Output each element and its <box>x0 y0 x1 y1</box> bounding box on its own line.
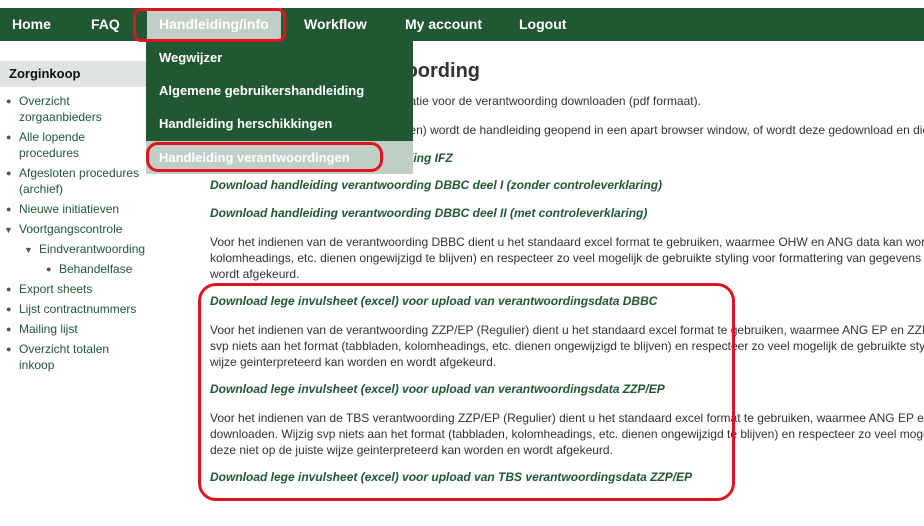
nav-logout[interactable]: Logout <box>507 8 578 41</box>
bullet-icon: ● <box>6 168 12 178</box>
sidebar-item-label: Behandelfase <box>59 262 133 276</box>
sidebar-item-label: Export sheets <box>19 282 93 296</box>
sidebar-item-nieuwe-initiatieven[interactable]: ● Nieuwe initiatieven <box>0 199 146 219</box>
download-dbbc-deel2-link[interactable]: Download handleiding verantwoording DBBC… <box>210 206 647 220</box>
sidebar-item-voortgangscontrole[interactable]: ▼ Voortgangscontrole <box>0 219 146 239</box>
sidebar-item-afgesloten-procedures[interactable]: ● Afgesloten procedures (archief) <box>0 163 146 199</box>
sidebar-item-label: Afgesloten procedures (archief) <box>19 166 140 196</box>
nav-handleiding-info[interactable]: Handleiding/info <box>147 8 281 41</box>
sidebar: Zorginkoop ● Overzicht zorgaanbieders ● Al… <box>0 61 146 375</box>
bullet-icon: ● <box>6 344 12 354</box>
sidebar-item-label: Nieuwe initiatieven <box>19 202 120 216</box>
sidebar-item-label: Overzicht zorgaanbieders <box>19 94 102 124</box>
bullet-icon: ● <box>6 96 12 106</box>
triangle-down-icon[interactable]: ▼ <box>24 242 33 258</box>
top-navigation: Home FAQ Handleiding/info Workflow My ac… <box>0 8 924 41</box>
bullet-icon: ● <box>46 264 52 274</box>
zzp-instructions-line: Voor het indienen van de verantwoording … <box>210 323 924 337</box>
dbbc-instructions-line: kolomheadings, etc. dienen ongewijzigd t… <box>210 251 924 265</box>
sidebar-item-lopende-procedures[interactable]: ● Alle lopende procedures <box>0 127 146 163</box>
download-sheet-dbbc-link[interactable]: Download lege invulsheet (excel) voor up… <box>210 294 657 308</box>
zzp-instructions-line: wijze geinterpreteerd kan worden en word… <box>210 355 497 369</box>
tbs-instructions-line: deze niet op de juiste wijze geinterpret… <box>210 443 613 457</box>
menu-item-handleiding-herschikkingen[interactable]: Handleiding herschikkingen <box>146 107 413 140</box>
sidebar-item-label: Voortgangscontrole <box>19 222 123 236</box>
sidebar-item-label: Eindverantwoording <box>39 242 146 256</box>
download-sheet-tbs-link[interactable]: Download lege invulsheet (excel) voor up… <box>210 470 692 484</box>
menu-item-handleiding-verantwoordingen[interactable]: Handleiding verantwoordingen <box>146 141 413 174</box>
sidebar-item-label: Mailing lijst <box>19 322 78 336</box>
bullet-icon: ● <box>6 132 12 142</box>
sidebar-item-label: Alle lopende procedures <box>19 130 86 160</box>
download-dbbc-deel1-link[interactable]: Download handleiding verantwoording DBBC… <box>210 178 662 192</box>
nav-workflow[interactable]: Workflow <box>292 8 379 41</box>
sidebar-item-lijst-contractnummers[interactable]: ● Lijst contractnummers <box>0 299 146 319</box>
sidebar-item-overzicht-totalen[interactable]: ● Overzicht totalen inkoop <box>0 339 146 375</box>
sidebar-item-export-sheets[interactable]: ● Export sheets <box>0 279 146 299</box>
dbbc-instructions-line: Voor het indienen van de verantwoording … <box>210 235 924 249</box>
download-sheet-zzp-link[interactable]: Download lege invulsheet (excel) voor up… <box>210 382 665 396</box>
handleiding-dropdown-menu: Wegwijzer Algemene gebruikershandleiding… <box>146 41 413 174</box>
dbbc-instructions-line: wordt afgekeurd. <box>210 267 300 281</box>
nav-faq[interactable]: FAQ <box>79 8 132 41</box>
sidebar-item-label: Overzicht totalen inkoop <box>19 342 110 372</box>
menu-item-algemene-handleiding[interactable]: Algemene gebruikershandleiding <box>146 74 413 107</box>
bullet-icon: ● <box>6 284 12 294</box>
bullet-icon: ● <box>6 324 12 334</box>
sidebar-item-label: Lijst contractnummers <box>19 302 137 316</box>
zzp-instructions-line: svp niets aan het format (tabbladen, kol… <box>210 339 924 353</box>
nav-home[interactable]: Home <box>0 8 63 41</box>
sidebar-item-behandelfase[interactable]: ● Behandelfase <box>0 259 146 279</box>
sidebar-item-mailing-lijst[interactable]: ● Mailing lijst <box>0 319 146 339</box>
sidebar-item-eindverantwoording[interactable]: ▼ Eindverantwoording <box>0 239 146 259</box>
sidebar-item-overzicht-zorgaanbieders[interactable]: ● Overzicht zorgaanbieders <box>0 91 146 127</box>
bullet-icon: ● <box>6 204 12 214</box>
menu-item-wegwijzer[interactable]: Wegwijzer <box>146 41 413 74</box>
nav-my-account[interactable]: My account <box>393 8 494 41</box>
sidebar-list: ● Overzicht zorgaanbieders ● Alle lopende … <box>0 87 146 375</box>
bullet-icon: ● <box>6 304 12 314</box>
sidebar-title: Zorginkoop <box>0 61 146 87</box>
tbs-instructions-line: downloaden. Wijzig svp niets aan het for… <box>210 427 924 441</box>
triangle-down-icon[interactable]: ▼ <box>4 222 13 238</box>
tbs-instructions-line: Voor het indienen van de TBS verantwoord… <box>210 411 924 425</box>
